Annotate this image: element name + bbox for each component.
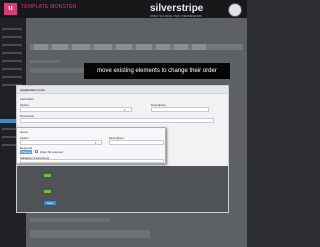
instruction-banner: move existing elements to change their o… xyxy=(84,63,230,79)
option-select[interactable] xyxy=(20,140,102,145)
tab[interactable] xyxy=(174,44,188,50)
tab[interactable] xyxy=(72,44,90,50)
sidebar-item[interactable] xyxy=(2,28,22,30)
top-bar: ʊ TEMPLATE MONSTER silverstripe OPEN SOU… xyxy=(0,0,247,18)
tab[interactable] xyxy=(192,44,206,50)
name-label: Name xyxy=(20,130,29,134)
instructions-input[interactable] xyxy=(20,159,164,163)
tab[interactable] xyxy=(156,44,170,50)
description-input[interactable] xyxy=(151,107,209,112)
option-select[interactable] xyxy=(20,107,132,112)
add-element-button[interactable] xyxy=(44,190,51,193)
sidebar-item[interactable] xyxy=(2,36,22,38)
change-button[interactable]: Change xyxy=(20,150,32,154)
dragged-element[interactable]: Name Option ▾ Description Required Chang… xyxy=(16,127,166,164)
description-input[interactable] xyxy=(109,140,164,145)
tab[interactable] xyxy=(136,44,152,50)
sidebar-item[interactable] xyxy=(2,76,22,78)
chevron-down-icon: ▾ xyxy=(124,108,126,112)
tab[interactable] xyxy=(52,44,68,50)
sidebar-item[interactable] xyxy=(2,68,22,70)
add-element-button[interactable] xyxy=(44,174,51,177)
tabs-bar xyxy=(30,44,243,50)
brand-name: TEMPLATE MONSTER xyxy=(21,4,77,10)
sidebar-item[interactable] xyxy=(2,60,22,62)
lower-panel-overlay xyxy=(17,166,228,212)
avatar[interactable] xyxy=(228,3,242,17)
form-input[interactable] xyxy=(30,218,110,222)
panel-header: Application Form xyxy=(17,86,228,94)
dimension-input[interactable] xyxy=(20,118,214,123)
hide-checkbox-label: Hide this element xyxy=(40,150,64,154)
chevron-down-icon: ▾ xyxy=(95,141,97,145)
hide-checkbox[interactable] xyxy=(35,150,38,153)
tab[interactable] xyxy=(94,44,112,50)
tab[interactable] xyxy=(116,44,132,50)
tab[interactable] xyxy=(34,44,48,50)
form-input[interactable] xyxy=(30,230,150,238)
save-button[interactable]: Save xyxy=(44,201,56,205)
sidebar-item[interactable] xyxy=(2,44,22,46)
form-input[interactable] xyxy=(30,68,90,73)
form-label xyxy=(30,60,60,63)
product-logo: silverstripe xyxy=(150,3,204,14)
brand-logo[interactable]: ʊ xyxy=(4,3,17,15)
sidebar-item[interactable] xyxy=(2,52,22,54)
panel-title: Application Form xyxy=(20,88,45,92)
field-label-label: Field label xyxy=(20,97,34,101)
